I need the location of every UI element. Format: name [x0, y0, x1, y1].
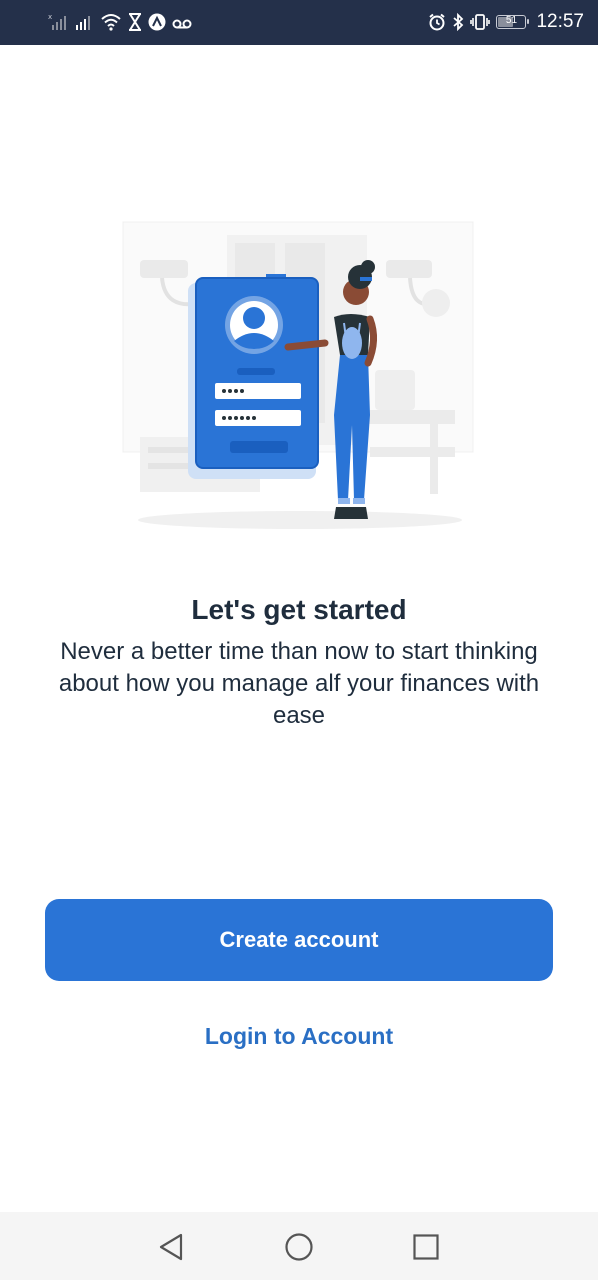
svg-text:x: x [48, 13, 52, 21]
signal-icon [74, 13, 94, 31]
signal-no-sim-icon: x [48, 13, 68, 31]
battery-level: 51 [505, 15, 518, 26]
voicemail-icon [172, 13, 192, 31]
alarm-icon [428, 13, 446, 31]
create-account-button[interactable]: Create account [45, 899, 553, 981]
status-left-icons: x [48, 10, 192, 34]
status-clock: 12:57 [536, 11, 584, 32]
home-icon[interactable] [281, 1229, 317, 1265]
bluetooth-icon [452, 13, 464, 31]
login-to-account-link[interactable]: Login to Account [0, 1022, 598, 1051]
hourglass-icon [128, 13, 142, 31]
system-nav-bar [0, 1212, 598, 1280]
vibrate-icon [470, 13, 491, 31]
battery-icon: 51 [496, 15, 530, 29]
page-subtitle: Never a better time than now to start th… [58, 638, 540, 729]
status-bar: x 51 12:57 [0, 0, 598, 45]
status-right-icons: 51 12:57 [428, 10, 584, 34]
back-icon[interactable] [153, 1229, 189, 1265]
login-illustration [120, 215, 480, 535]
recents-icon[interactable] [408, 1229, 444, 1265]
app-notification-icon [148, 13, 166, 31]
wifi-icon [100, 13, 122, 31]
page-title: Let's get started [191, 594, 407, 625]
